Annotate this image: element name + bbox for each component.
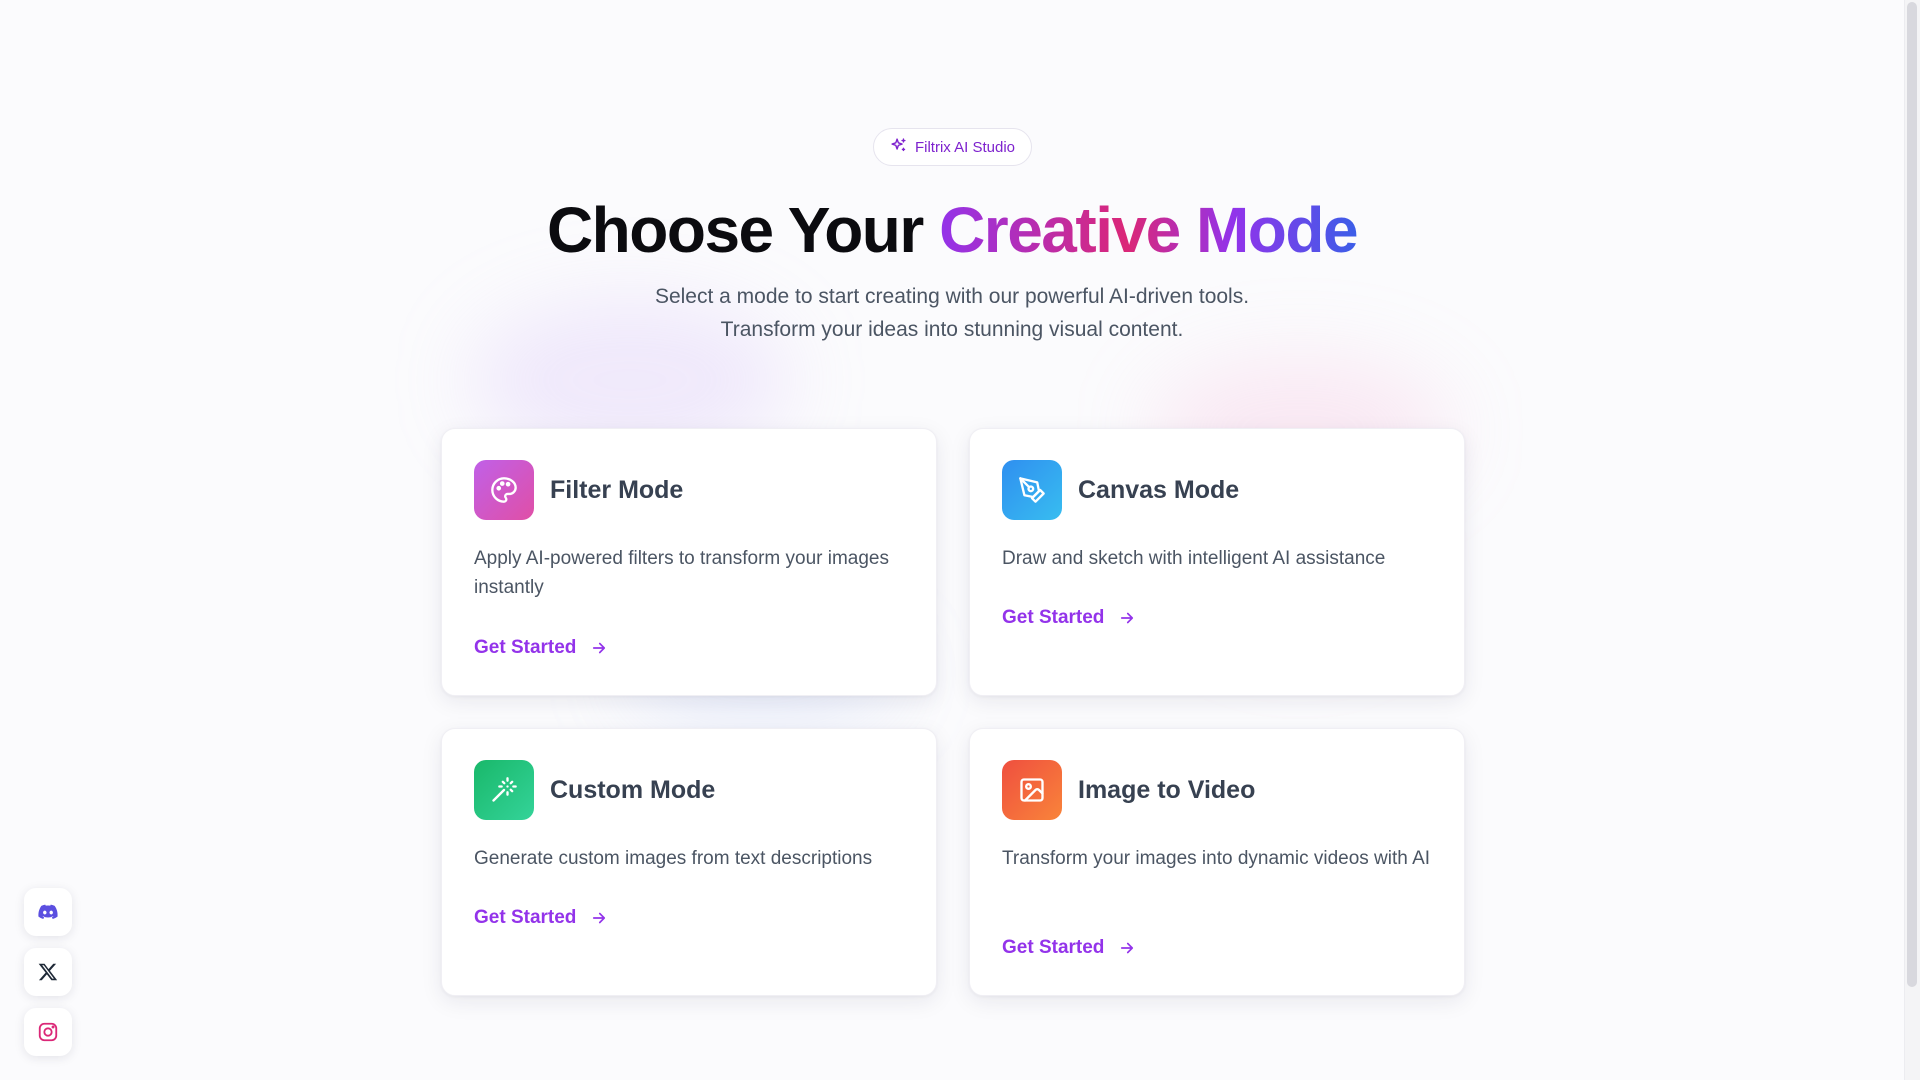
x-twitter-button[interactable] bbox=[24, 948, 72, 996]
sparkles-icon bbox=[890, 137, 907, 158]
get-started-button[interactable]: Get Started bbox=[1002, 937, 1136, 959]
page-title: Choose Your Creative Mode bbox=[0, 192, 1904, 268]
cta-label: Get Started bbox=[1002, 937, 1105, 958]
arrow-right-icon bbox=[1121, 942, 1134, 954]
arrow-right-icon bbox=[593, 642, 606, 654]
arrow-right-icon bbox=[593, 912, 606, 924]
page-subtitle-line2: Transform your ideas into stunning visua… bbox=[720, 318, 1184, 341]
discord-icon bbox=[38, 904, 58, 919]
card-filter-mode[interactable]: Filter Mode Apply AI-powered filters to … bbox=[441, 428, 937, 696]
card-custom-mode[interactable]: Custom Mode Generate custom images from … bbox=[441, 728, 937, 996]
title-plain: Choose Your bbox=[546, 194, 940, 266]
get-started-button[interactable]: Get Started bbox=[474, 907, 608, 929]
discord-button[interactable] bbox=[24, 888, 72, 936]
card-description: Generate custom images from text descrip… bbox=[474, 848, 873, 869]
image-icon bbox=[1002, 760, 1062, 820]
magic-wand-icon bbox=[474, 760, 534, 820]
card-title: Canvas Mode bbox=[1078, 476, 1240, 504]
cta-label: Get Started bbox=[1002, 607, 1105, 628]
pen-tool-icon bbox=[1002, 460, 1062, 520]
cta-label: Get Started bbox=[474, 907, 577, 928]
arrow-right-icon bbox=[1121, 612, 1134, 624]
x-icon bbox=[38, 963, 58, 981]
card-description: Transform your images into dynamic video… bbox=[1002, 848, 1431, 869]
page-subtitle-line1: Select a mode to start creating with our… bbox=[654, 285, 1250, 308]
card-description: Draw and sketch with intelligent AI assi… bbox=[1002, 548, 1386, 569]
cta-label: Get Started bbox=[474, 637, 577, 658]
palette-icon bbox=[474, 460, 534, 520]
card-image-to-video[interactable]: Image to Video Transform your images int… bbox=[969, 728, 1465, 996]
get-started-button[interactable]: Get Started bbox=[474, 637, 608, 659]
card-description: Apply AI-powered filters to transform yo… bbox=[474, 548, 890, 598]
card-title: Custom Mode bbox=[550, 776, 716, 804]
card-title: Filter Mode bbox=[550, 476, 684, 504]
scrollbar-thumb[interactable] bbox=[1907, 2, 1917, 987]
instagram-button[interactable] bbox=[24, 1008, 72, 1056]
title-gradient: Creative Mode bbox=[939, 194, 1358, 266]
get-started-button[interactable]: Get Started bbox=[1002, 607, 1136, 629]
studio-badge: Filtrix AI Studio bbox=[873, 128, 1032, 166]
badge-label: Filtrix AI Studio bbox=[914, 138, 1016, 156]
card-canvas-mode[interactable]: Canvas Mode Draw and sketch with intelli… bbox=[969, 428, 1465, 696]
page: Filtrix AI Studio Choose Your Creative M… bbox=[0, 0, 1920, 1080]
instagram-icon bbox=[38, 1022, 58, 1042]
card-title: Image to Video bbox=[1078, 776, 1256, 804]
scrollbar[interactable] bbox=[1904, 0, 1920, 1080]
